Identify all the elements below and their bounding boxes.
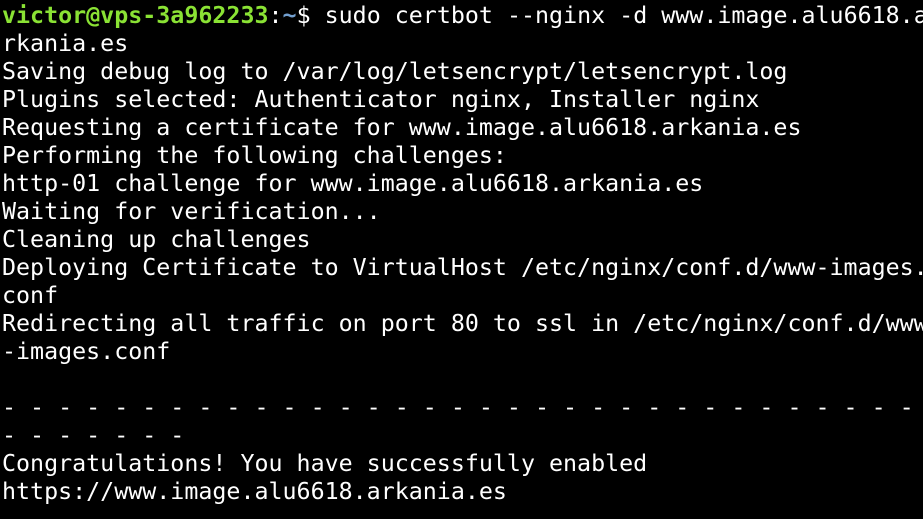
output-line: Plugins selected: Authenticator nginx, I… (2, 86, 760, 113)
output-line: Cleaning up challenges (2, 226, 311, 253)
output-line: Redirecting all traffic on port 80 to ss… (2, 310, 923, 337)
output-line: http-01 challenge for www.image.alu6618.… (2, 170, 704, 197)
prompt-user-host: victor@vps-3a962233 (2, 2, 269, 29)
output-line: Performing the following challenges: (2, 142, 507, 169)
output-line: Requesting a certificate for www.image.a… (2, 114, 802, 141)
output-line: -images.conf (2, 338, 171, 365)
output-line: Waiting for verification... (2, 198, 381, 225)
prompt-command: sudo certbot --nginx -d www.image.alu661… (324, 2, 923, 29)
output-line: Deploying Certificate to VirtualHost /et… (2, 254, 923, 281)
separator-line: - - - - - - - (2, 422, 185, 449)
prompt-colon: : (268, 2, 283, 29)
output-line: Saving debug log to /var/log/letsencrypt… (2, 58, 788, 85)
output-line: https://www.image.alu6618.arkania.es (2, 478, 507, 505)
prompt-symbol: $ (296, 2, 325, 29)
output-line: Congratulations! You have successfully e… (2, 450, 648, 477)
separator-line: - - - - - - - - - - - - - - - - - - - - … (2, 394, 923, 421)
output-line: rkania.es (2, 30, 129, 57)
terminal-output: victor@vps-3a962233:~$ sudo certbot --ng… (2, 2, 923, 506)
terminal-window[interactable]: victor@vps-3a962233:~$ sudo certbot --ng… (0, 0, 923, 519)
output-line: conf (2, 282, 59, 309)
prompt-line: victor@vps-3a962233:~$ sudo certbot --ng… (2, 2, 923, 30)
prompt-path: ~ (282, 2, 297, 29)
